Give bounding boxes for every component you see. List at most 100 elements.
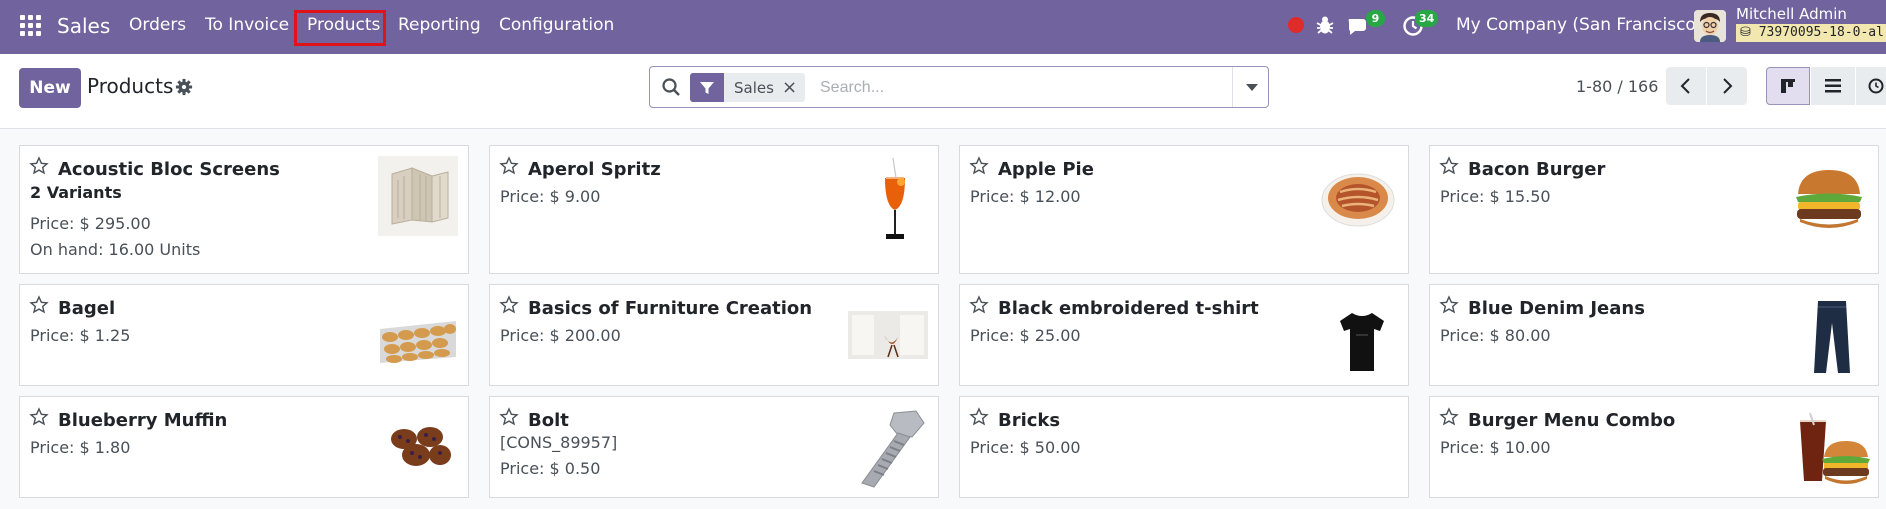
product-card[interactable]: Blueberry Muffin Price: $ 1.80	[19, 396, 469, 498]
burger-combo-image	[1800, 412, 1870, 484]
database-name: 73970095-18-0-al	[1758, 25, 1884, 40]
product-card[interactable]: Apple Pie Price: $ 12.00	[959, 145, 1409, 274]
star-icon[interactable]	[499, 407, 519, 427]
star-icon[interactable]	[499, 156, 519, 176]
new-button[interactable]: New	[19, 68, 81, 108]
gear-icon[interactable]	[175, 78, 193, 96]
product-variants: 2 Variants	[30, 183, 122, 202]
jeans-image	[1814, 301, 1850, 373]
product-card[interactable]: Burger Menu Combo Price: $ 10.00	[1429, 396, 1879, 498]
filter-icon	[690, 73, 724, 102]
kanban-icon	[1781, 79, 1795, 93]
product-name: Blue Denim Jeans	[1468, 298, 1645, 319]
furniture-room-image	[848, 311, 928, 359]
pie-image	[1321, 173, 1395, 227]
product-price: Price: $ 1.25	[30, 326, 131, 345]
product-card[interactable]: Acoustic Bloc Screens 2 Variants Price: …	[19, 145, 469, 274]
search-icon[interactable]	[661, 77, 681, 97]
star-icon[interactable]	[29, 295, 49, 315]
burger-image	[1796, 170, 1862, 228]
product-reference: [CONS_89957]	[500, 433, 618, 452]
star-icon[interactable]	[969, 295, 989, 315]
star-icon[interactable]	[499, 295, 519, 315]
pager-value[interactable]: 1-80 / 166	[1576, 77, 1658, 96]
control-panel: New Products Sales × 1-80	[0, 54, 1886, 129]
product-name: Aperol Spritz	[528, 159, 661, 180]
chevron-left-icon	[1680, 78, 1690, 94]
product-price: Price: $ 9.00	[500, 187, 601, 206]
product-card[interactable]: Bagel Price: $ 1.25	[19, 284, 469, 386]
tshirt-image	[1340, 313, 1384, 371]
avatar[interactable]	[1694, 10, 1726, 42]
menu-configuration[interactable]: Configuration	[499, 15, 614, 35]
menu-products-highlight	[294, 10, 386, 46]
star-icon[interactable]	[969, 407, 989, 427]
product-price: Price: $ 12.00	[970, 187, 1081, 206]
product-card[interactable]: Bolt [CONS_89957] Price: $ 0.50	[489, 396, 939, 498]
star-icon[interactable]	[29, 407, 49, 427]
product-name: Burger Menu Combo	[1468, 410, 1676, 431]
remove-facet-icon[interactable]: ×	[782, 77, 805, 98]
product-price: Price: $ 200.00	[500, 326, 621, 345]
top-navbar: Sales Orders To Invoice Products Reporti…	[0, 0, 1886, 54]
database-icon: ⛁	[1740, 25, 1751, 40]
product-card[interactable]: Black embroidered t-shirt Price: $ 25.00	[959, 284, 1409, 386]
apps-icon[interactable]	[20, 15, 44, 39]
clock-icon	[1868, 78, 1884, 94]
bagels-tray-image	[380, 321, 456, 363]
product-price: Price: $ 15.50	[1440, 187, 1551, 206]
database-tag: ⛁ 73970095-18-0-al	[1736, 24, 1886, 42]
activity-view-button[interactable]	[1856, 67, 1886, 105]
search-input[interactable]	[820, 73, 1220, 102]
product-price: Price: $ 1.80	[30, 438, 131, 457]
product-name: Basics of Furniture Creation	[528, 298, 813, 319]
product-card[interactable]: Blue Denim Jeans Price: $ 80.00	[1429, 284, 1879, 386]
product-name: Bolt	[528, 410, 569, 431]
star-icon[interactable]	[1439, 156, 1459, 176]
product-price: Price: $ 295.00	[30, 214, 151, 233]
product-price: Price: $ 50.00	[970, 438, 1081, 457]
page-title: Products	[87, 74, 174, 98]
company-switcher[interactable]: My Company (San Francisco)	[1456, 15, 1702, 35]
product-price: Price: $ 80.00	[1440, 326, 1551, 345]
chevron-right-icon	[1723, 78, 1733, 94]
muffins-image	[391, 427, 451, 466]
list-icon	[1825, 79, 1841, 93]
product-price: Price: $ 10.00	[1440, 438, 1551, 457]
product-name: Black embroidered t-shirt	[998, 298, 1259, 319]
star-icon[interactable]	[969, 156, 989, 176]
pager-previous-button[interactable]	[1666, 67, 1706, 105]
kanban-view: Acoustic Bloc Screens 2 Variants Price: …	[0, 130, 1886, 509]
cocktail-glass-image	[885, 157, 905, 239]
list-view-button[interactable]	[1811, 67, 1855, 105]
menu-reporting[interactable]: Reporting	[398, 15, 481, 35]
star-icon[interactable]	[29, 156, 49, 176]
product-name: Bagel	[58, 298, 116, 319]
star-icon[interactable]	[1439, 407, 1459, 427]
bolt-image	[861, 410, 925, 488]
star-icon[interactable]	[1439, 295, 1459, 315]
user-name[interactable]: Mitchell Admin	[1736, 5, 1847, 23]
search-facet: Sales ×	[690, 73, 806, 102]
product-name: Bricks	[998, 410, 1061, 431]
product-on-hand: On hand: 16.00 Units	[30, 240, 201, 259]
acoustic-screen-image	[378, 156, 458, 236]
product-price: Price: $ 0.50	[500, 459, 601, 478]
product-name: Apple Pie	[998, 159, 1094, 180]
product-price: Price: $ 25.00	[970, 326, 1081, 345]
bug-icon[interactable]	[1314, 14, 1336, 36]
menu-orders[interactable]: Orders	[129, 15, 186, 35]
product-name: Acoustic Bloc Screens	[58, 159, 280, 180]
pager-next-button[interactable]	[1707, 67, 1747, 105]
search-bar: Sales ×	[649, 66, 1269, 108]
menu-to-invoice[interactable]: To Invoice	[205, 15, 289, 35]
kanban-view-button[interactable]	[1766, 67, 1810, 105]
product-card[interactable]: Aperol Spritz Price: $ 9.00	[489, 145, 939, 274]
search-options-toggle[interactable]	[1232, 67, 1268, 107]
product-name: Bacon Burger	[1468, 159, 1606, 180]
product-card[interactable]: Bricks Price: $ 50.00	[959, 396, 1409, 498]
recording-dot-icon[interactable]	[1288, 17, 1304, 33]
app-brand[interactable]: Sales	[57, 14, 110, 38]
product-card[interactable]: Basics of Furniture Creation Price: $ 20…	[489, 284, 939, 386]
product-card[interactable]: Bacon Burger Price: $ 15.50	[1429, 145, 1879, 274]
